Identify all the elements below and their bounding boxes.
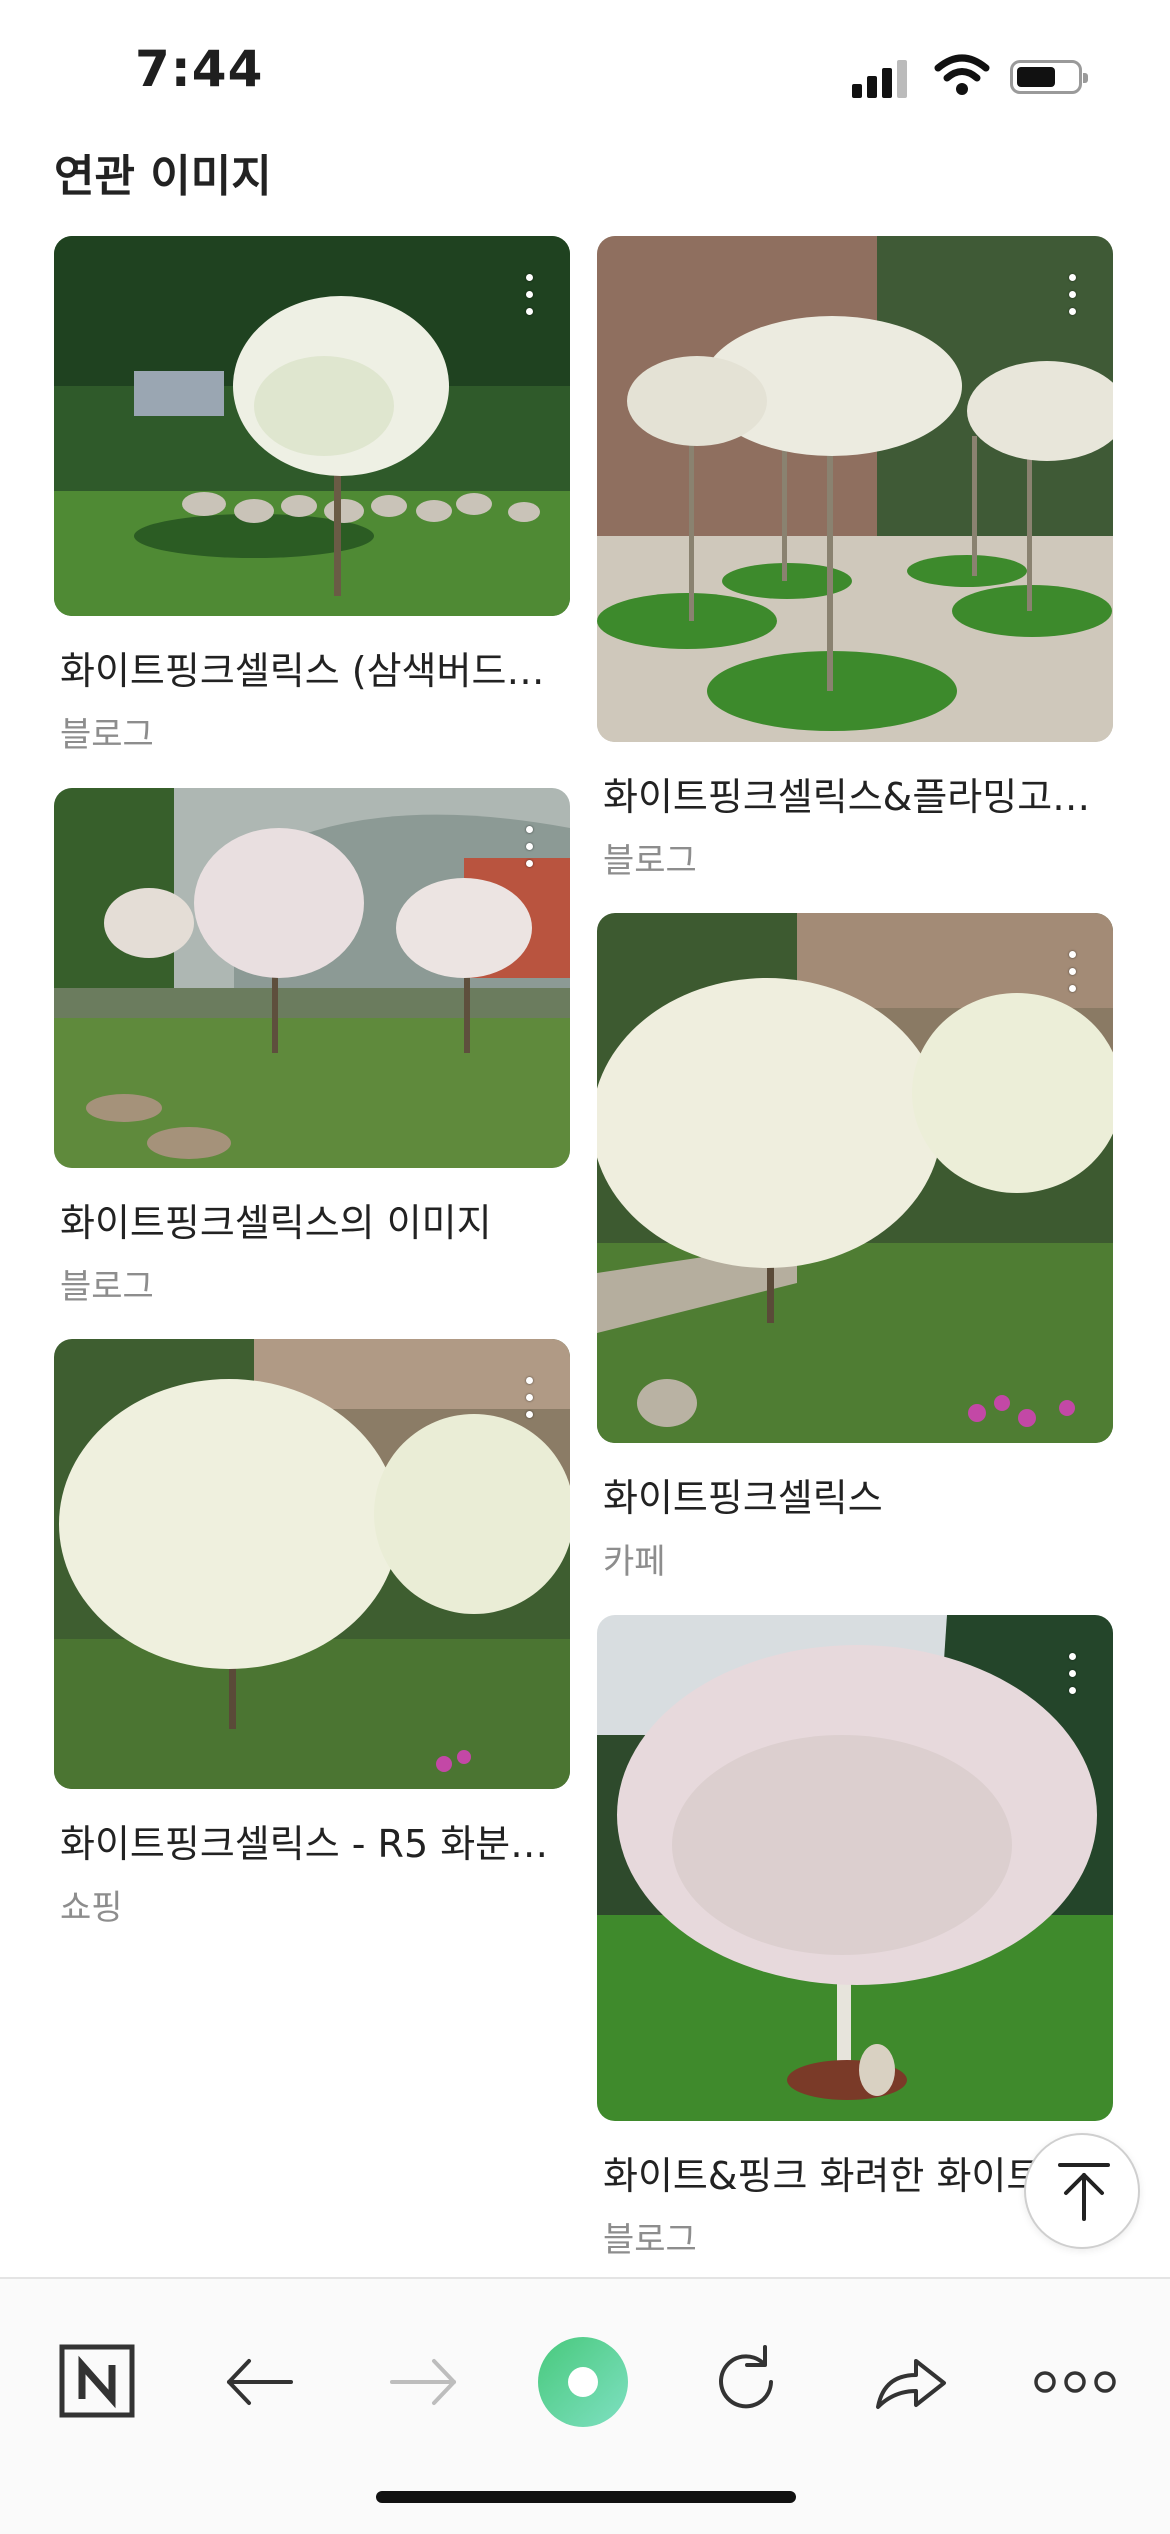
result-caption[interactable]: 화이트핑크셀릭스 (삼색버드나... xyxy=(54,640,564,695)
more-options-icon[interactable] xyxy=(526,826,534,877)
scroll-top-button[interactable] xyxy=(1024,2133,1140,2249)
status-time: 7:44 xyxy=(135,40,264,98)
image-result-card[interactable]: 화이트핑크셀릭스의 이미지 블로그 xyxy=(54,788,570,1308)
cellular-signal-icon xyxy=(852,58,912,98)
arrow-up-icon xyxy=(1058,2163,1110,2221)
result-thumbnail[interactable] xyxy=(54,236,570,616)
naver-home-button[interactable] xyxy=(52,2337,142,2427)
more-options-icon[interactable] xyxy=(1069,1653,1077,1704)
image-result-card[interactable]: 화이트핑크셀릭스 - R5 화분묘 ... 쇼핑 xyxy=(54,1339,570,1929)
share-icon xyxy=(876,2359,946,2409)
image-result-card[interactable]: 화이트핑크셀릭스&플라밍고셀... 블로그 xyxy=(597,236,1113,882)
reload-button[interactable] xyxy=(701,2337,791,2427)
green-circle-icon xyxy=(538,2337,628,2427)
more-options-icon[interactable] xyxy=(1069,274,1077,325)
result-caption[interactable]: 화이트핑크셀릭스 xyxy=(597,1467,1107,1522)
image-result-card[interactable]: 화이트핑크셀릭스 카페 xyxy=(597,913,1113,1583)
image-result-card[interactable]: 화이트핑크셀릭스 (삼색버드나... 블로그 xyxy=(54,236,570,756)
forward-button[interactable] xyxy=(378,2337,468,2427)
result-caption[interactable]: 화이트핑크셀릭스&플라밍고셀... xyxy=(597,766,1107,821)
assistant-button[interactable] xyxy=(538,2337,628,2427)
status-bar: 7:44 xyxy=(0,0,1170,140)
result-source: 블로그 xyxy=(60,715,154,755)
result-thumbnail[interactable] xyxy=(54,788,570,1168)
section-title: 연관 이미지 xyxy=(54,151,272,202)
more-options-icon[interactable] xyxy=(526,1377,534,1428)
wifi-icon xyxy=(934,54,990,95)
result-thumbnail[interactable] xyxy=(597,1615,1113,2121)
more-options-icon[interactable] xyxy=(1069,951,1077,1002)
more-dots-icon xyxy=(1034,2371,1116,2393)
result-source: 블로그 xyxy=(60,1267,154,1307)
result-source: 블로그 xyxy=(603,841,697,881)
battery-icon xyxy=(1010,60,1088,94)
result-thumbnail[interactable] xyxy=(597,236,1113,742)
more-options-icon[interactable] xyxy=(526,274,534,325)
back-button[interactable] xyxy=(215,2337,305,2427)
result-thumbnail[interactable] xyxy=(54,1339,570,1789)
result-caption[interactable]: 화이트핑크셀릭스 - R5 화분묘 ... xyxy=(54,1813,564,1868)
share-button[interactable] xyxy=(866,2337,956,2427)
result-thumbnail[interactable] xyxy=(597,913,1113,1443)
reload-icon xyxy=(719,2345,773,2409)
n-logo-icon xyxy=(59,2344,135,2418)
more-menu-button[interactable] xyxy=(1030,2337,1120,2427)
arrow-right-icon xyxy=(390,2359,456,2405)
result-caption[interactable]: 화이트핑크셀릭스의 이미지 xyxy=(54,1192,564,1247)
result-source: 카페 xyxy=(603,1542,666,1582)
arrow-left-icon xyxy=(227,2359,293,2405)
result-source: 쇼핑 xyxy=(60,1888,123,1928)
home-indicator[interactable] xyxy=(376,2491,796,2503)
